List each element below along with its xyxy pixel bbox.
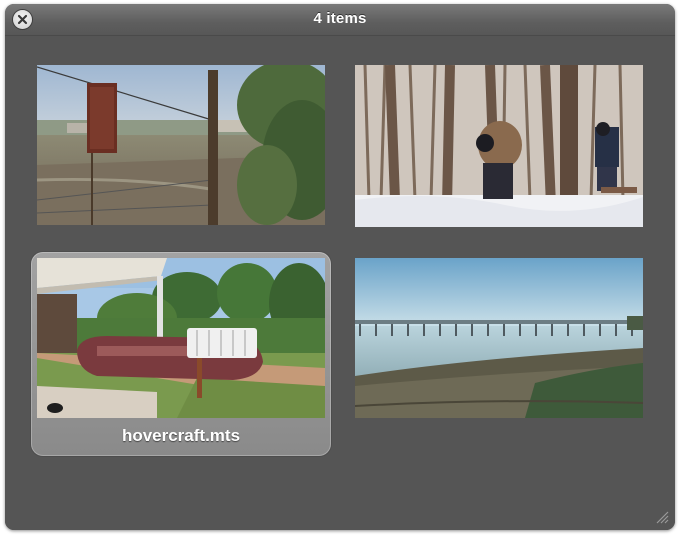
selected-item-caption: hovercraft.mts xyxy=(121,426,241,445)
snow-woods-image xyxy=(355,65,643,227)
thumbnail-pier[interactable] xyxy=(355,258,643,418)
resize-grip-icon[interactable] xyxy=(656,511,669,524)
thumbnail-hovercraft[interactable] xyxy=(37,258,325,418)
hovercraft-image xyxy=(37,258,325,418)
quick-look-window: 4 items hovercraft.mts xyxy=(5,4,675,530)
pier-image xyxy=(355,258,643,418)
thumbnail-fence[interactable] xyxy=(37,65,325,225)
thumbnail-snow-woods[interactable] xyxy=(355,65,643,227)
thumbnail-grid: hovercraft.mts xyxy=(5,36,675,530)
title-bar[interactable]: 4 items xyxy=(5,4,675,36)
window-title: 4 items xyxy=(313,10,367,27)
fence-image xyxy=(37,65,325,225)
